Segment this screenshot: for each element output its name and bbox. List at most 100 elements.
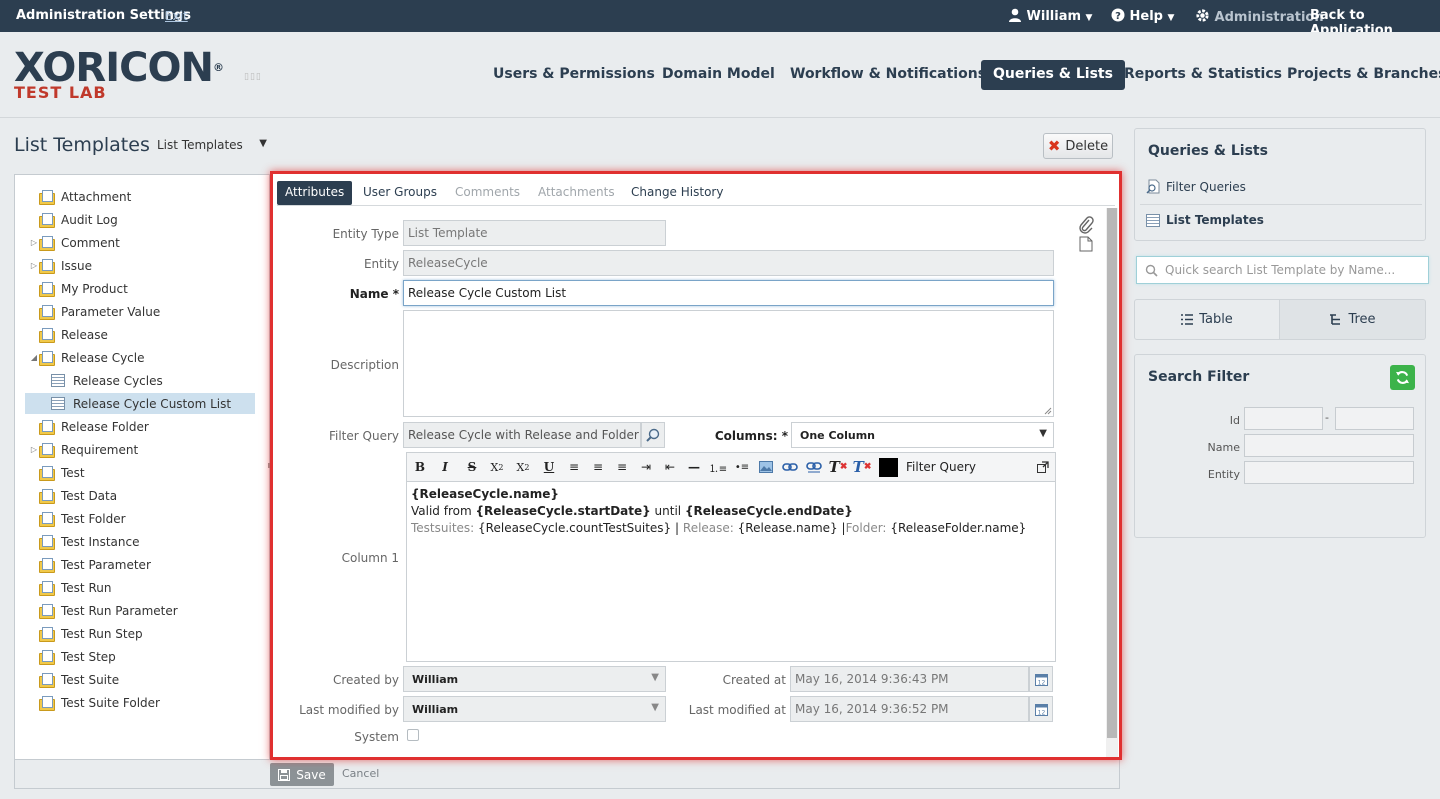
name-input[interactable]: Release Cycle Custom List	[403, 280, 1054, 306]
indent-button[interactable]: ⇥	[636, 457, 656, 477]
tree-item-comment[interactable]: ▷ Comment	[29, 232, 120, 253]
entity-label: Entity	[363, 257, 399, 271]
nav-users-permissions[interactable]: Users & Permissions	[481, 60, 667, 90]
tree-item-test-instance[interactable]: Test Instance	[29, 531, 140, 552]
tree-item-my-product[interactable]: My Product	[29, 278, 128, 299]
maximize-button[interactable]	[1033, 457, 1053, 477]
tree-item-test-run-step[interactable]: Test Run Step	[29, 623, 143, 644]
required-marker: *	[781, 429, 788, 443]
tree-item-release-cycle[interactable]: ◢ Release Cycle	[29, 347, 145, 368]
quick-search-input[interactable]: Quick search List Template by Name...	[1136, 256, 1429, 284]
rte-line-3: Testsuites: {ReleaseCycle.countTestSuite…	[411, 520, 1051, 537]
nav-workflow-notifications[interactable]: Workflow & Notifications	[778, 60, 998, 90]
id-to-input[interactable]	[1335, 407, 1414, 430]
tab-attributes[interactable]: Attributes	[277, 181, 353, 205]
list-template-selector[interactable]: List Templates ▼	[157, 138, 269, 156]
tree-item-test-run[interactable]: Test Run	[29, 577, 111, 598]
description-textarea[interactable]	[403, 310, 1054, 417]
link-button[interactable]	[780, 457, 800, 477]
tree-item-test-step[interactable]: Test Step	[29, 646, 116, 667]
tree-item-test-parameter[interactable]: Test Parameter	[29, 554, 151, 575]
system-checkbox[interactable]	[407, 729, 419, 741]
outdent-button[interactable]: ⇤	[660, 457, 680, 477]
delete-button[interactable]: ✖ Delete	[1043, 133, 1113, 159]
expand-arrow-icon[interactable]: ▷	[29, 261, 39, 270]
tree-item-test-suite[interactable]: Test Suite	[29, 669, 119, 690]
filter-query-toolbar-button[interactable]: Filter Query	[906, 460, 976, 474]
help-menu[interactable]: ? Help ▼	[1111, 8, 1174, 24]
tree-item-test-data[interactable]: Test Data	[29, 485, 117, 506]
italic-button[interactable]: I	[435, 457, 455, 477]
align-center-button[interactable]: ≡	[588, 457, 608, 477]
name-filter-input[interactable]	[1244, 434, 1414, 457]
scrollbar-thumb[interactable]	[1107, 208, 1117, 738]
tree-item-test-run-parameter[interactable]: Test Run Parameter	[29, 600, 178, 621]
save-button[interactable]: Save	[270, 763, 334, 786]
exit-link[interactable]: Exit	[165, 9, 188, 23]
nav-projects-branches[interactable]: Projects & Branches	[1275, 60, 1440, 90]
expand-arrow-icon[interactable]: ▷	[29, 445, 39, 454]
filter-query-search-button[interactable]	[641, 422, 665, 448]
tree-view-button[interactable]: Tree	[1280, 299, 1426, 340]
tree-item-label: Release	[61, 327, 108, 342]
svg-text:?: ?	[1115, 11, 1121, 22]
underline-button[interactable]: U	[539, 457, 559, 477]
tree-item-release[interactable]: Release	[29, 324, 108, 345]
column-1-editor[interactable]: {ReleaseCycle.name} Valid from {ReleaseC…	[406, 482, 1056, 662]
unlink-button[interactable]	[804, 457, 824, 477]
filter-query-icon	[1146, 179, 1160, 194]
subscript-button[interactable]: X2	[487, 457, 507, 477]
expand-arrow-icon[interactable]: ▷	[29, 238, 39, 247]
administration-link[interactable]: Administration	[1195, 8, 1324, 25]
svg-text:12: 12	[1037, 679, 1045, 686]
remove-style-button[interactable]: T ✖	[852, 457, 872, 477]
nav-domain-model[interactable]: Domain Model	[650, 60, 787, 90]
tree-item-test-folder[interactable]: Test Folder	[29, 508, 126, 529]
table-view-button[interactable]: Table	[1134, 299, 1280, 340]
collapse-arrow-icon[interactable]: ◢	[29, 353, 39, 362]
superscript-button[interactable]: X2	[513, 457, 533, 477]
editor-scrollbar[interactable]	[1106, 208, 1118, 757]
administration-label: Administration	[1214, 10, 1324, 25]
align-right-button[interactable]: ≡	[612, 457, 632, 477]
cancel-link[interactable]: Cancel	[342, 767, 379, 780]
id-from-input[interactable]	[1244, 407, 1323, 430]
tree-item-audit-log[interactable]: Audit Log	[29, 209, 118, 230]
document-icon[interactable]	[1079, 236, 1093, 252]
ordered-list-button[interactable]: ⒈≡	[708, 457, 728, 477]
paperclip-icon[interactable]	[1078, 216, 1094, 234]
tree-item-attachment[interactable]: Attachment	[29, 186, 131, 207]
text-color-button[interactable]	[878, 457, 898, 477]
remove-format-button[interactable]: T ✖	[828, 457, 848, 477]
tree-item-parameter-value[interactable]: Parameter Value	[29, 301, 160, 322]
nav-reports-statistics[interactable]: Reports & Statistics	[1112, 60, 1294, 90]
tree-item-requirement[interactable]: ▷ Requirement	[29, 439, 138, 460]
resize-handle-icon[interactable]	[1044, 407, 1052, 415]
tree-item-issue[interactable]: ▷ Issue	[29, 255, 92, 276]
strikethrough-button[interactable]: S	[462, 457, 482, 477]
bold-button[interactable]: B	[410, 457, 430, 477]
list-templates-link[interactable]: List Templates	[1146, 213, 1264, 227]
tab-user-groups[interactable]: User Groups	[355, 181, 445, 205]
calendar-icon: 12	[1034, 703, 1048, 716]
top-bar: Administration Settings Exit William ▼ ?…	[0, 0, 1440, 38]
tree-item-release-folder[interactable]: Release Folder	[29, 416, 149, 437]
user-menu[interactable]: William ▼	[1008, 8, 1092, 24]
unordered-list-button[interactable]: •≡	[732, 457, 752, 477]
align-left-button[interactable]: ≡	[564, 457, 584, 477]
table-view-label: Table	[1199, 312, 1233, 327]
tree-item-release-cycles[interactable]: Release Cycles	[51, 370, 163, 391]
list-icon	[51, 397, 65, 410]
tree-item-test-suite-folder[interactable]: Test Suite Folder	[29, 692, 160, 713]
nav-queries-lists[interactable]: Queries & Lists	[981, 60, 1125, 90]
filter-queries-link[interactable]: Filter Queries	[1146, 179, 1246, 194]
tree-item-release-cycle-custom-list[interactable]: Release Cycle Custom List	[25, 393, 255, 414]
entity-filter-input[interactable]	[1244, 461, 1414, 484]
tree-item-test[interactable]: Test	[29, 462, 85, 483]
horizontal-rule-button[interactable]: —	[684, 457, 704, 477]
columns-select[interactable]: One Column ▼	[791, 422, 1054, 448]
refresh-button[interactable]	[1390, 365, 1415, 390]
tree-item-label: Issue	[61, 258, 93, 273]
image-button[interactable]	[756, 457, 776, 477]
tab-change-history[interactable]: Change History	[623, 181, 731, 205]
